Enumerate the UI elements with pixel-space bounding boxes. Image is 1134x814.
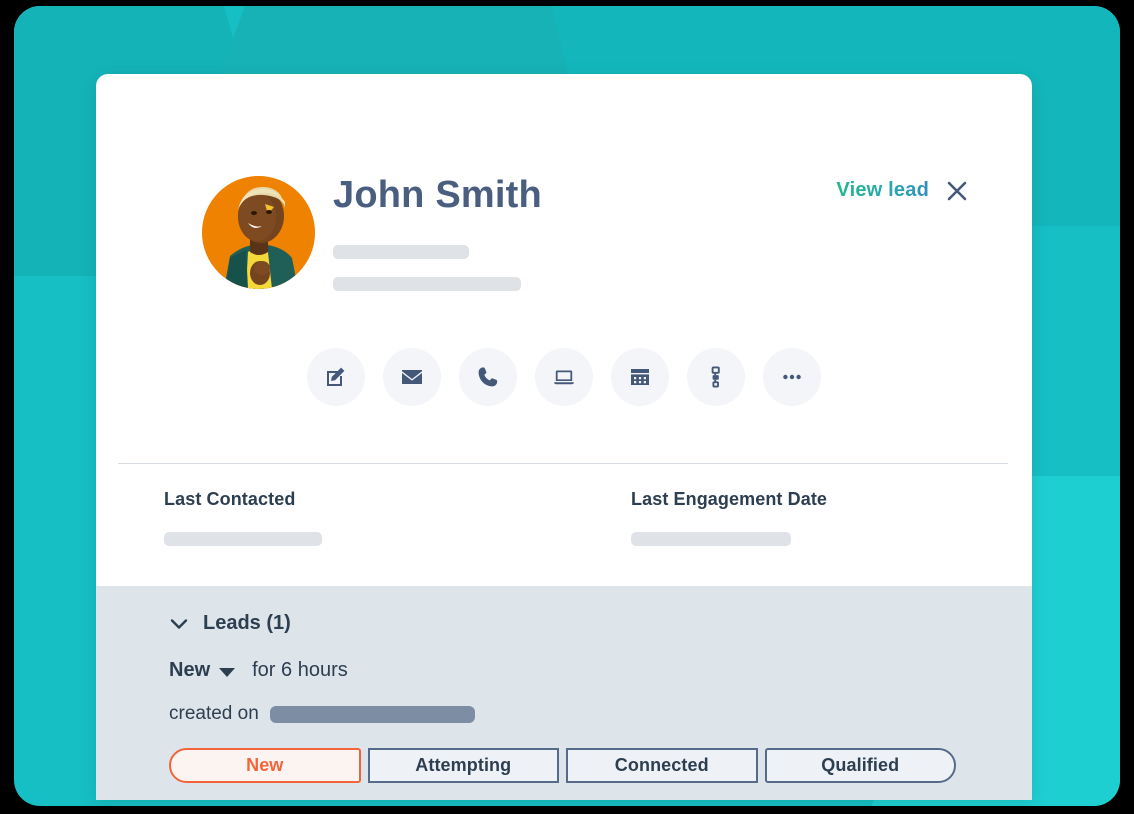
contact-preview-card: John Smith View lead Last Contacted Last…: [96, 74, 1032, 800]
stage-button-new[interactable]: New: [169, 748, 361, 783]
close-icon[interactable]: [946, 180, 968, 202]
leads-section-header[interactable]: Leads (1): [168, 612, 1032, 635]
avatar: [202, 176, 315, 289]
last-contacted-label: Last Contacted: [164, 489, 296, 509]
task-icon: [631, 369, 649, 385]
current-stage-label[interactable]: New: [169, 659, 210, 682]
call-icon: [478, 367, 498, 387]
stage-button-connected[interactable]: Connected: [566, 748, 758, 783]
identity-skeleton-line-1: [333, 244, 469, 259]
more-button[interactable]: [763, 348, 821, 406]
leads-panel: Leads (1) New for 6 hours created on New…: [96, 586, 1032, 800]
last-contacted-field: Last Contacted: [164, 489, 565, 546]
last-contacted-value-skeleton: [164, 532, 322, 546]
more-icon: [783, 374, 801, 380]
header-actions: View lead: [836, 179, 968, 202]
created-on-value-skeleton: [269, 705, 475, 723]
stage-button-qualified[interactable]: Qualified: [764, 748, 956, 783]
created-on-row: created on: [169, 703, 1032, 725]
meeting-icon: [554, 370, 574, 385]
identity-skeleton-line-2: [333, 276, 521, 291]
workflow-button[interactable]: [687, 348, 745, 406]
stage-duration-text: for 6 hours: [252, 659, 348, 681]
identity-block: John Smith: [333, 174, 542, 291]
created-on-label: created on: [169, 703, 259, 724]
leads-section-title: Leads (1): [203, 612, 291, 634]
view-lead-link[interactable]: View lead: [836, 179, 929, 202]
email-button[interactable]: [383, 348, 441, 406]
last-engagement-date-field: Last Engagement Date: [631, 489, 1032, 546]
chevron-down-icon[interactable]: [168, 613, 190, 635]
lead-stage-pipeline: New Attempting Connected Qualified: [169, 748, 956, 783]
note-icon: [327, 367, 345, 386]
screenshot-root: John Smith View lead Last Contacted Last…: [0, 0, 1134, 814]
current-stage-row: New for 6 hours: [169, 659, 1032, 682]
page-title: John Smith: [333, 174, 542, 216]
last-engagement-date-label: Last Engagement Date: [631, 489, 828, 509]
email-icon: [402, 370, 422, 384]
stage-button-attempting[interactable]: Attempting: [367, 748, 559, 783]
meeting-button[interactable]: [535, 348, 593, 406]
note-button[interactable]: [307, 348, 365, 406]
workflow-icon: [711, 366, 720, 388]
quick-action-icon-row: [96, 348, 1032, 406]
last-engagement-date-value-skeleton: [631, 532, 791, 546]
section-divider: [118, 463, 1008, 464]
call-button[interactable]: [459, 348, 517, 406]
card-header: John Smith View lead: [96, 74, 1032, 406]
caret-down-icon[interactable]: [219, 667, 236, 677]
task-button[interactable]: [611, 348, 669, 406]
meta-fields-row: Last Contacted Last Engagement Date: [96, 489, 1032, 546]
